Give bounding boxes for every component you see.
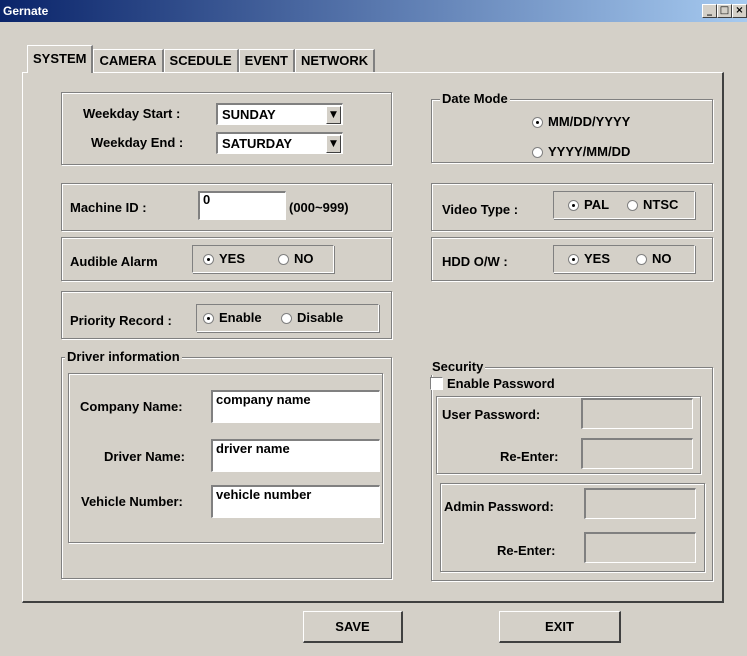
video-type-label: Video Type : (442, 202, 519, 217)
chevron-down-icon[interactable]: ▼ (326, 135, 341, 153)
hdd-ow-no-radio[interactable]: NO (636, 251, 672, 267)
machine-id-group: Machine ID : 0 (000~999) (61, 183, 392, 231)
video-type-pal-radio[interactable]: PAL (568, 197, 609, 213)
hdd-ow-option-label: NO (652, 251, 672, 266)
close-icon[interactable]: × (732, 4, 747, 18)
hdd-ow-label: HDD O/W : (442, 254, 508, 269)
priority-record-option-label: Disable (297, 310, 344, 325)
driver-info-legend: Driver information (65, 349, 182, 365)
machine-id-label: Machine ID : (70, 200, 147, 215)
date-mode-group: Date Mode MM/DD/YYYY YYYY/MM/DD (431, 91, 713, 163)
company-name-label: Company Name: (80, 399, 183, 414)
priority-record-label: Priority Record : (70, 313, 172, 328)
driver-name-label: Driver Name: (104, 449, 185, 464)
company-name-input[interactable]: company name (211, 390, 380, 423)
video-type-ntsc-radio[interactable]: NTSC (627, 197, 678, 213)
enable-password-label: Enable Password (447, 376, 555, 391)
audible-alarm-option-label: YES (219, 251, 246, 266)
chevron-down-icon[interactable]: ▼ (326, 106, 341, 124)
admin-reenter-label: Re-Enter: (497, 543, 556, 558)
user-reenter-label: Re-Enter: (500, 449, 559, 464)
tab-schedule[interactable]: SCEDULE (163, 49, 239, 73)
radio-unselected-icon (278, 253, 289, 265)
enable-password-checkbox[interactable] (430, 377, 443, 390)
weekday-start-value: SUNDAY (222, 107, 276, 122)
audible-alarm-yes-radio[interactable]: YES (203, 251, 245, 267)
hdd-ow-group: HDD O/W : YES NO (431, 237, 713, 281)
user-reenter-input[interactable] (581, 438, 693, 469)
driver-info-inner: Company Name: company name Driver Name: … (68, 373, 383, 543)
radio-unselected-icon (636, 253, 647, 265)
hdd-ow-radiogroup: YES NO (553, 245, 695, 273)
radio-selected-icon (532, 116, 543, 128)
driver-info-group: Driver information Company Name: company… (61, 349, 392, 579)
tab-system[interactable]: SYSTEM (27, 45, 94, 73)
radio-selected-icon (203, 253, 214, 265)
user-password-group: User Password: Re-Enter: (436, 396, 701, 474)
video-type-radiogroup: PAL NTSC (553, 191, 695, 219)
admin-reenter-input[interactable] (584, 532, 696, 563)
security-group: Security Enable Password User Password: … (430, 359, 713, 581)
weekday-group: Weekday Start : SUNDAY ▼ Weekday End : S… (61, 92, 392, 165)
vehicle-number-input[interactable]: vehicle number (211, 485, 380, 518)
window-title: Gernate (3, 4, 49, 18)
driver-name-input[interactable]: driver name (211, 439, 380, 472)
radio-selected-icon (568, 253, 579, 265)
date-mode-yyyymmdd-radio[interactable]: YYYY/MM/DD (532, 144, 630, 160)
priority-record-radiogroup: Enable Disable (196, 304, 379, 332)
save-button[interactable]: SAVE (303, 611, 403, 643)
tab-event[interactable]: EVENT (238, 49, 295, 73)
video-type-option-label: PAL (584, 197, 610, 212)
tab-network[interactable]: NETWORK (295, 49, 376, 73)
machine-id-input[interactable]: 0 (198, 191, 286, 220)
audible-alarm-radiogroup: YES NO (192, 245, 334, 273)
priority-record-option-label: Enable (219, 310, 262, 325)
date-mode-option-label: MM/DD/YYYY (548, 114, 631, 129)
radio-selected-icon (203, 312, 214, 324)
tab-camera[interactable]: CAMERA (93, 49, 164, 73)
audible-alarm-label: Audible Alarm (70, 254, 158, 269)
weekday-start-select[interactable]: SUNDAY ▼ (216, 103, 343, 125)
tab-strip: SYSTEM CAMERA SCEDULE EVENT NETWORK (27, 45, 376, 73)
weekday-end-select[interactable]: SATURDAY ▼ (216, 132, 343, 154)
weekday-end-label: Weekday End : (91, 135, 184, 150)
admin-password-group: Admin Password: Re-Enter: (440, 483, 705, 572)
radio-unselected-icon (627, 199, 638, 211)
security-legend: Security (430, 359, 486, 375)
minimize-icon[interactable]: _ (702, 4, 717, 18)
date-mode-mmddyyyy-radio[interactable]: MM/DD/YYYY (532, 114, 630, 130)
user-password-input[interactable] (581, 398, 693, 429)
weekday-start-label: Weekday Start : (83, 106, 181, 121)
hdd-ow-yes-radio[interactable]: YES (568, 251, 610, 267)
date-mode-legend: Date Mode (440, 91, 510, 107)
priority-record-group: Priority Record : Enable Disable (61, 291, 392, 339)
audible-alarm-group: Audible Alarm YES NO (61, 237, 392, 281)
admin-password-label: Admin Password: (444, 499, 554, 514)
video-type-option-label: NTSC (643, 197, 679, 212)
date-mode-option-label: YYYY/MM/DD (548, 144, 631, 159)
radio-unselected-icon (532, 146, 543, 158)
audible-alarm-option-label: NO (294, 251, 314, 266)
machine-id-range: (000~999) (289, 200, 349, 215)
weekday-end-value: SATURDAY (222, 136, 293, 151)
video-type-group: Video Type : PAL NTSC (431, 183, 713, 231)
radio-unselected-icon (281, 312, 292, 324)
hdd-ow-option-label: YES (584, 251, 611, 266)
priority-record-disable-radio[interactable]: Disable (281, 310, 343, 326)
admin-password-input[interactable] (584, 488, 696, 519)
tab-panel: Weekday Start : SUNDAY ▼ Weekday End : S… (22, 72, 724, 603)
exit-button[interactable]: EXIT (499, 611, 621, 643)
vehicle-number-label: Vehicle Number: (81, 494, 183, 509)
maximize-icon[interactable]: □ (717, 4, 732, 18)
title-bar: Gernate _ □ × (0, 0, 747, 22)
user-password-label: User Password: (442, 407, 541, 422)
priority-record-enable-radio[interactable]: Enable (203, 310, 262, 326)
radio-selected-icon (568, 199, 579, 211)
audible-alarm-no-radio[interactable]: NO (278, 251, 314, 267)
